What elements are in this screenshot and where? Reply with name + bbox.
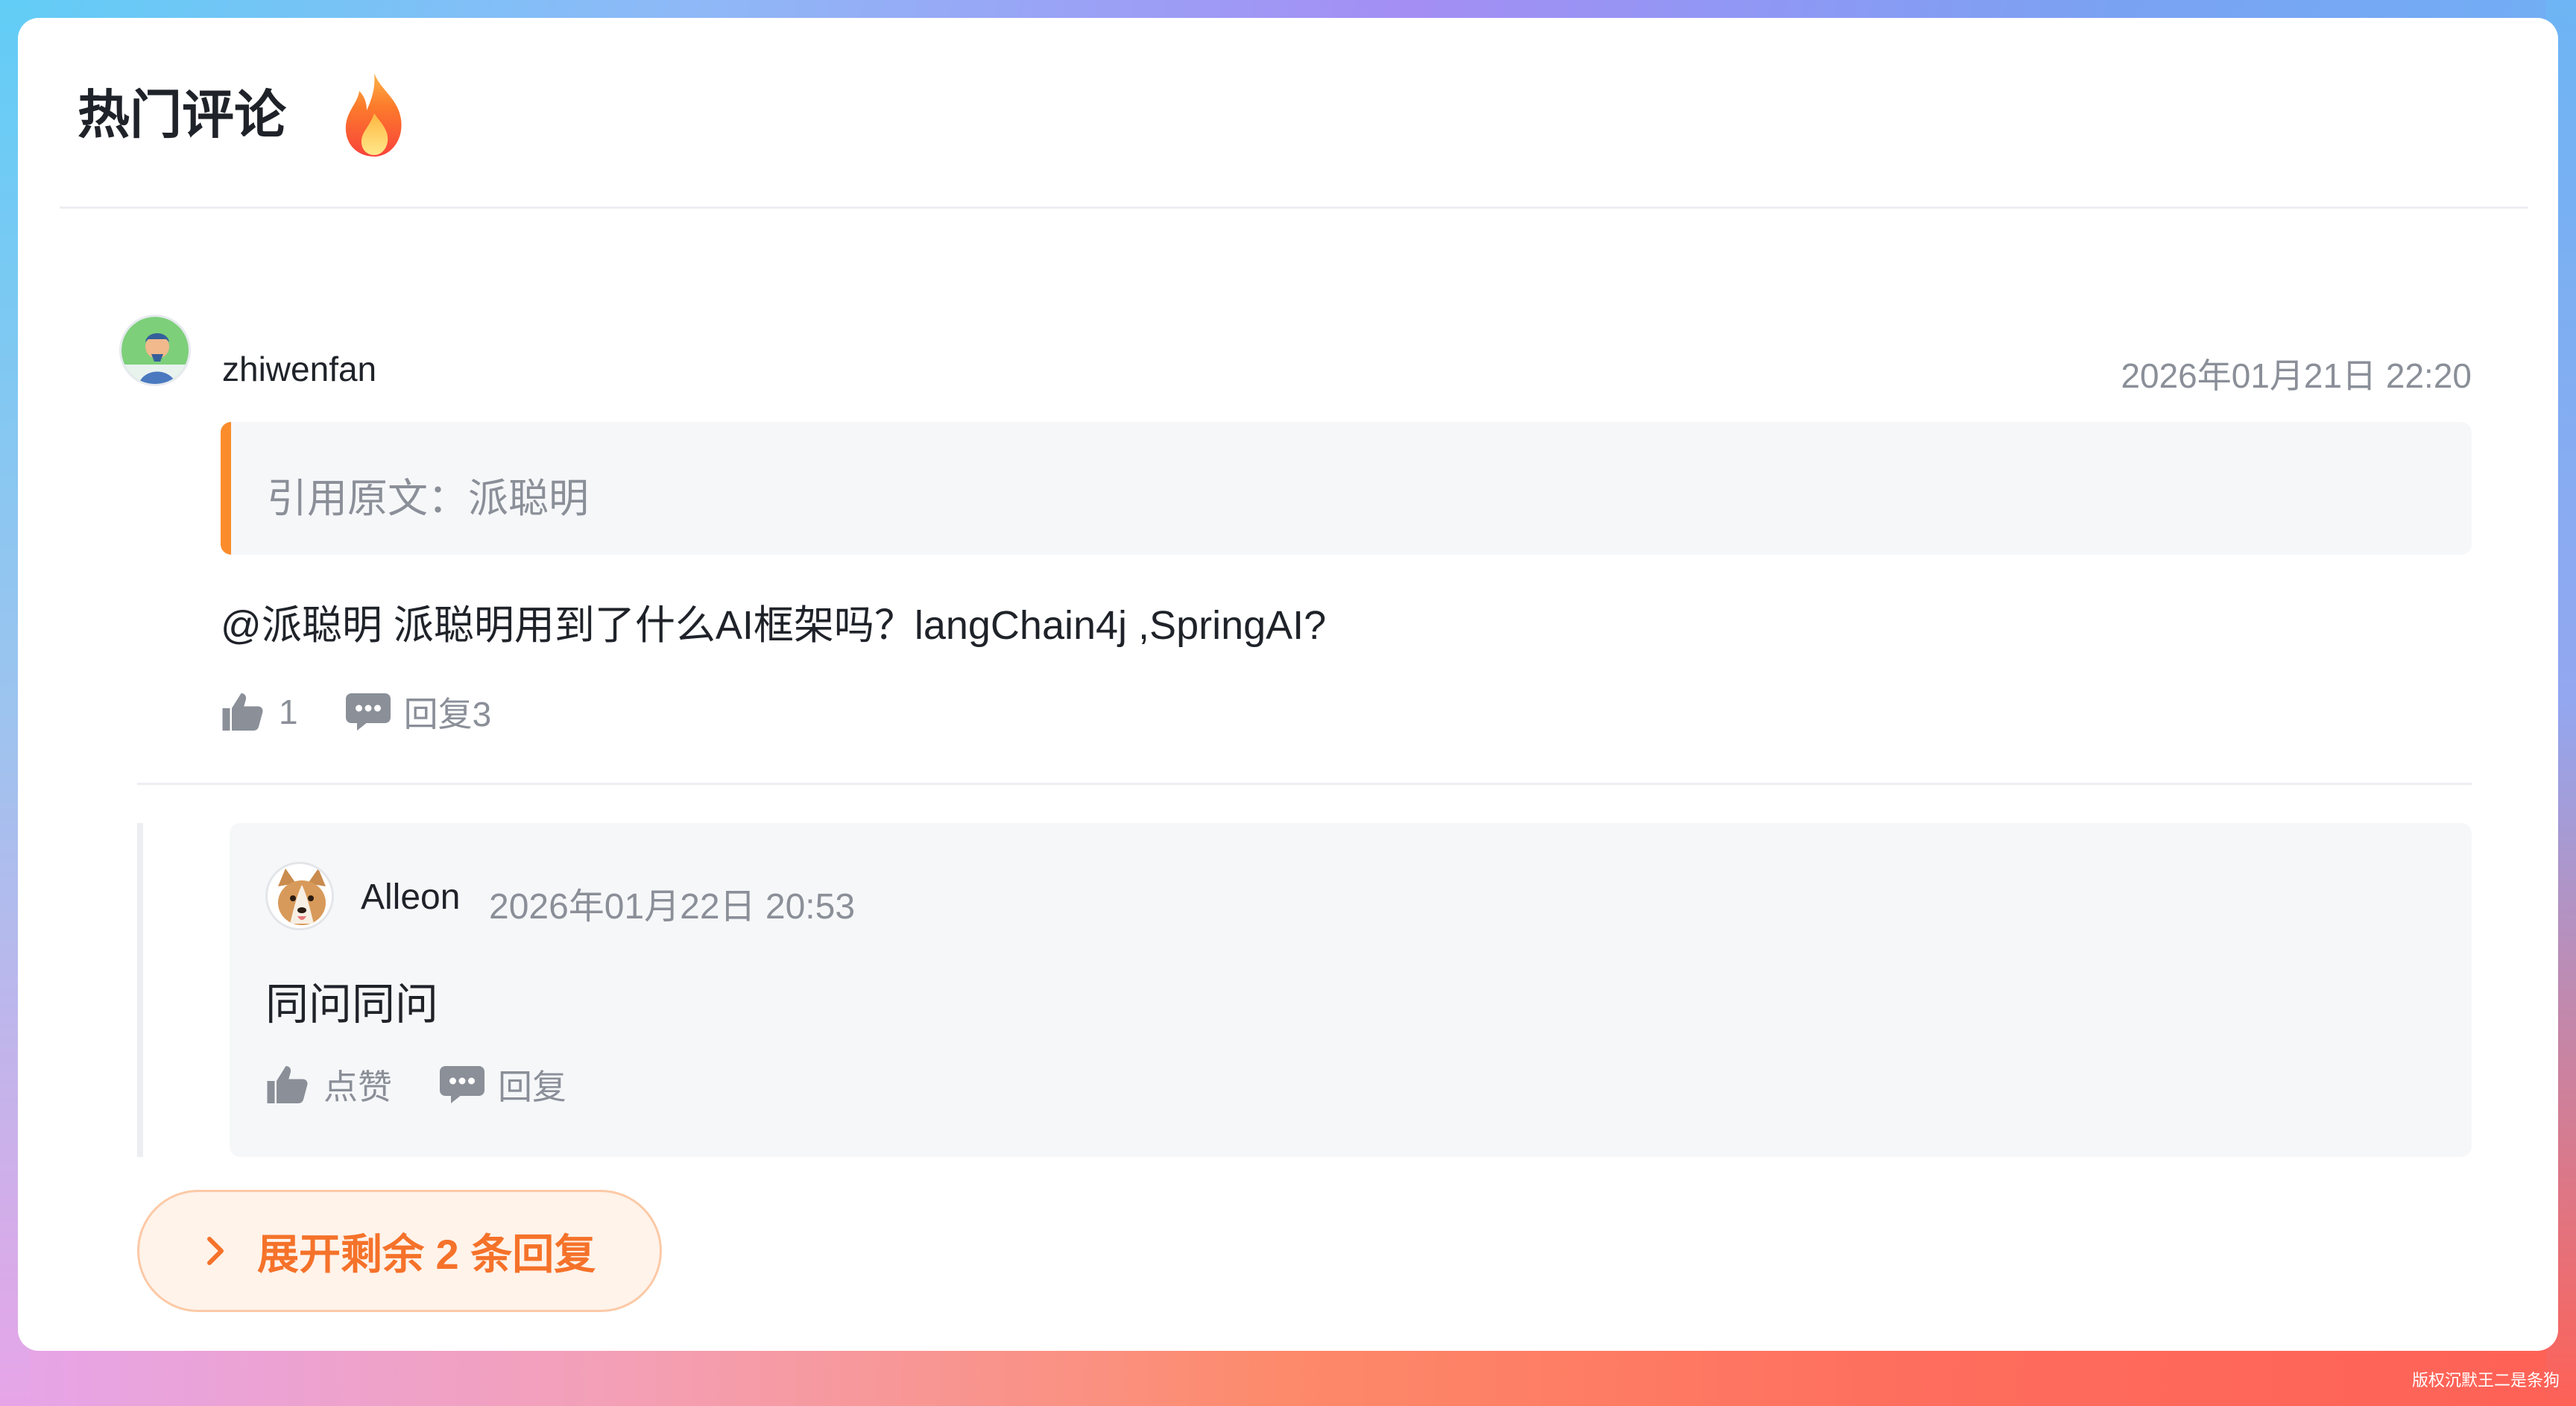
reply-like-label: 点赞: [323, 1068, 392, 1106]
thumbs-up-icon: [267, 1066, 308, 1103]
comment-timestamp: 2026年01月21日 22:20: [2121, 356, 2472, 395]
reply-timestamp: 2026年01月22日 20:53: [489, 887, 856, 927]
quote-accent-bar: [221, 422, 231, 555]
user-avatar-icon: [121, 317, 189, 384]
thumbs-up-icon: [222, 693, 263, 731]
like-button[interactable]: 1: [221, 691, 298, 733]
expand-replies-button[interactable]: 展开剩余 2 条回复: [137, 1190, 662, 1312]
avatar[interactable]: [265, 862, 334, 930]
reply-actions: 点赞 回复: [265, 1060, 614, 1109]
reply-count-label: 回复3: [403, 695, 492, 734]
reply-username[interactable]: Alleon: [361, 877, 460, 918]
dog-avatar-icon: [268, 864, 332, 928]
like-count: 1: [279, 693, 298, 731]
watermark: 版权沉默王二是条狗: [2411, 1371, 2560, 1390]
expand-replies-label: 展开剩余 2 条回复: [257, 1230, 596, 1278]
comments-header: 热门评论: [60, 73, 2528, 209]
page-title: 热门评论: [78, 86, 286, 144]
reply-like-button[interactable]: 点赞: [265, 1060, 392, 1109]
divider: [137, 783, 2472, 785]
chevron-right-icon: [207, 1237, 224, 1265]
comment-bubble-icon: [345, 693, 391, 731]
reply-reply-button[interactable]: 回复: [440, 1060, 566, 1109]
comment-username[interactable]: zhiwenfan: [222, 349, 376, 389]
reply-thread: Alleon 2026年01月22日 20:53 同问同问 点赞 回复: [137, 823, 2472, 1157]
comment-actions: 1 回复3: [221, 687, 539, 737]
reply-reply-label: 回复: [498, 1068, 566, 1106]
reply-item: Alleon 2026年01月22日 20:53 同问同问 点赞 回复: [230, 823, 2472, 1157]
comment-bubble-icon: [440, 1066, 484, 1103]
quote-text: 引用原文：派聪明: [267, 476, 589, 521]
comment-body: @派聪明 派聪明用到了什么AI框架吗？langChain4j ,SpringAI…: [221, 603, 1327, 648]
reply-button[interactable]: 回复3: [345, 687, 492, 737]
reply-body: 同问同问: [265, 980, 439, 1029]
avatar[interactable]: [119, 315, 191, 386]
comments-card: 热门评论 zhiwenfan 2026年01月21日 22:20 引用原文：派聪…: [18, 18, 2558, 1351]
fire-icon: [345, 73, 402, 157]
quoted-text-block: 引用原文：派聪明: [221, 422, 2472, 555]
